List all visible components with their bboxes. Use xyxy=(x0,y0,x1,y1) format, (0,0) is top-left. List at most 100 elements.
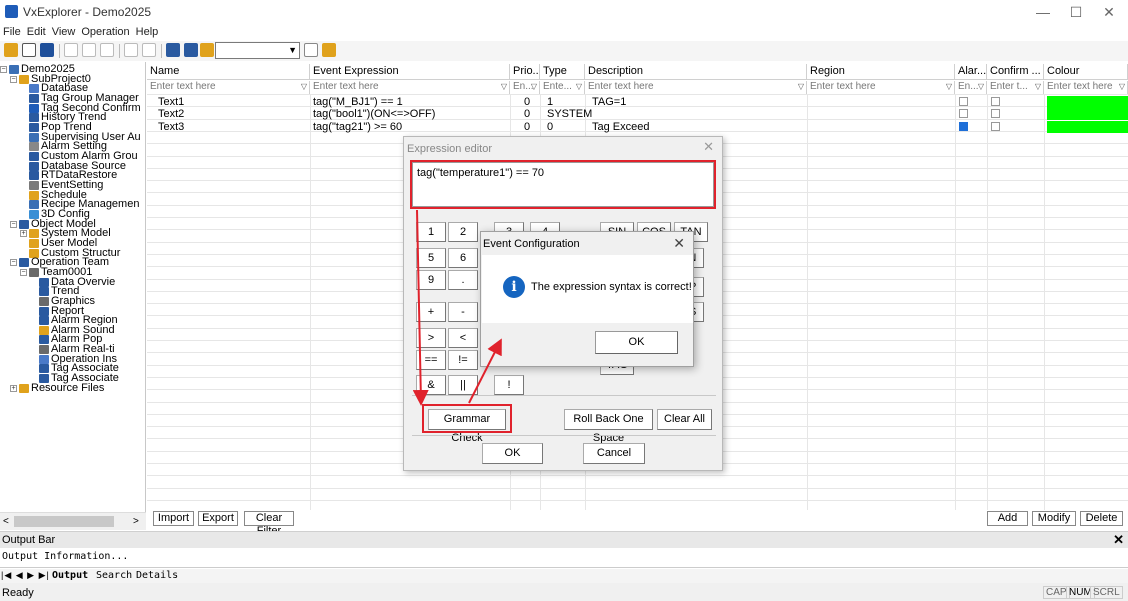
add-icon[interactable] xyxy=(124,43,138,57)
maximize-button[interactable]: ☐ xyxy=(1061,2,1091,22)
confirm-checkbox[interactable] xyxy=(991,97,1000,106)
scroll-thumb[interactable] xyxy=(14,516,114,527)
minimize-button[interactable]: — xyxy=(1028,2,1058,22)
tree-expander[interactable]: − xyxy=(10,75,17,83)
project-tree[interactable]: − Demo2025− SubProject0 Database Tag Group M… xyxy=(0,62,146,512)
filter-icon[interactable]: ▽ xyxy=(798,81,804,93)
clear-all-button[interactable]: Clear All xyxy=(657,409,712,430)
alarm-checkbox[interactable] xyxy=(959,121,968,131)
keypad-key[interactable]: 1 xyxy=(416,222,446,242)
filter-input-region[interactable]: Enter text here ▽ xyxy=(807,81,955,94)
column-header-priority[interactable]: Prio... xyxy=(510,64,540,80)
keypad-key[interactable]: < xyxy=(448,328,478,348)
keypad-key[interactable]: 9 xyxy=(416,270,446,290)
alarm-checkbox[interactable] xyxy=(959,109,968,119)
modify-button[interactable]: Modify xyxy=(1032,511,1076,526)
alarm-checkbox[interactable] xyxy=(959,97,968,106)
menu-view[interactable]: View xyxy=(49,24,79,41)
filter-input-name[interactable]: Enter text here ▽ xyxy=(147,81,310,94)
keypad-key[interactable]: . xyxy=(448,270,478,290)
ok-button[interactable]: OK xyxy=(595,331,678,354)
open-folder-icon[interactable] xyxy=(4,43,18,57)
import-button[interactable]: Import xyxy=(153,511,194,526)
tree-expander[interactable]: − xyxy=(10,220,17,228)
filter-input-description[interactable]: Enter text here ▽ xyxy=(585,81,807,94)
filter-input-priority[interactable]: En... ▽ xyxy=(510,81,540,94)
filter-icon[interactable]: ▽ xyxy=(501,81,507,93)
column-header-region[interactable]: Region xyxy=(807,64,955,80)
keypad-key[interactable]: ! xyxy=(494,375,524,395)
keypad-key[interactable]: 2 xyxy=(448,222,478,242)
find-folder-icon[interactable] xyxy=(322,43,336,57)
confirm-checkbox[interactable] xyxy=(991,109,1000,119)
column-header-name[interactable]: Name xyxy=(147,64,310,80)
keypad-key[interactable]: == xyxy=(416,350,446,370)
roll-back-button[interactable]: Roll Back One Space xyxy=(564,409,653,444)
filter-icon[interactable]: ▽ xyxy=(301,81,307,93)
menu-file[interactable]: File xyxy=(0,24,24,41)
column-header-colour[interactable]: Colour xyxy=(1044,64,1128,80)
scroll-left-icon[interactable]: < xyxy=(3,516,9,527)
keypad-key[interactable]: > xyxy=(416,328,446,348)
colour-swatch[interactable] xyxy=(1047,108,1128,121)
menu-edit[interactable]: Edit xyxy=(24,24,49,41)
tab-output[interactable]: Output xyxy=(52,569,88,582)
column-header-confirm[interactable]: Confirm ... xyxy=(987,64,1044,80)
filter-icon[interactable]: ▽ xyxy=(978,81,984,93)
filter-icon[interactable]: ▽ xyxy=(1035,81,1041,93)
filter-input-event-expression[interactable]: Enter text here ▽ xyxy=(310,81,510,94)
close-icon[interactable]: ✕ xyxy=(1113,532,1124,548)
network-icon[interactable] xyxy=(166,43,180,57)
keypad-key[interactable]: 6 xyxy=(448,248,478,268)
cancel-button[interactable]: Cancel xyxy=(583,443,645,464)
new-file-icon[interactable] xyxy=(22,43,36,57)
tree-expander[interactable]: − xyxy=(20,268,27,276)
monitor-icon[interactable] xyxy=(184,43,198,57)
keypad-key[interactable]: != xyxy=(448,350,478,370)
colour-swatch[interactable] xyxy=(1047,96,1128,108)
tree-item[interactable]: Resource Files xyxy=(19,382,104,394)
find-icon[interactable] xyxy=(304,43,318,57)
tab-navigation-icons[interactable]: |◀ ◀ ▶ ▶| xyxy=(1,570,50,581)
tree-expander[interactable]: + xyxy=(20,230,27,238)
close-button[interactable]: ✕ xyxy=(1094,2,1124,22)
save-icon[interactable] xyxy=(40,43,54,57)
delete-icon[interactable] xyxy=(142,43,156,57)
tab-search[interactable]: Search xyxy=(96,569,132,582)
close-icon[interactable]: ✕ xyxy=(673,235,685,252)
scroll-right-icon[interactable]: > xyxy=(133,516,139,527)
tree-horizontal-scrollbar[interactable]: < > xyxy=(0,512,146,530)
filter-input-confirm[interactable]: Enter t... ▽ xyxy=(987,81,1044,94)
confirm-checkbox[interactable] xyxy=(991,121,1000,131)
close-icon[interactable]: ✕ xyxy=(703,139,714,155)
add-button[interactable]: Add xyxy=(987,511,1028,526)
filter-icon[interactable]: ▽ xyxy=(946,81,952,93)
menu-operation[interactable]: Operation xyxy=(78,24,132,41)
ok-button[interactable]: OK xyxy=(482,443,543,464)
column-header-description[interactable]: Description xyxy=(585,64,807,80)
tree-expander[interactable]: − xyxy=(10,259,17,267)
keypad-key[interactable]: - xyxy=(448,302,478,322)
folder-icon[interactable] xyxy=(200,43,214,57)
toolbar-combo[interactable]: ▼ xyxy=(215,42,300,59)
keypad-key[interactable]: & xyxy=(416,375,446,395)
colour-swatch[interactable] xyxy=(1047,120,1128,133)
copy-icon[interactable] xyxy=(82,43,96,57)
tree-expander[interactable]: + xyxy=(10,384,17,392)
filter-input-alarm[interactable]: En... ▽ xyxy=(955,81,987,94)
keypad-key[interactable]: || xyxy=(448,375,478,395)
tab-details[interactable]: Details xyxy=(136,569,178,582)
filter-icon[interactable]: ▽ xyxy=(531,81,537,93)
export-button[interactable]: Export xyxy=(198,511,238,526)
column-header-alarm[interactable]: Alar... xyxy=(955,64,987,80)
menu-help[interactable]: Help xyxy=(133,24,162,41)
keypad-key[interactable]: + xyxy=(416,302,446,322)
column-header-event-expression[interactable]: Event Expression xyxy=(310,64,510,80)
cut-icon[interactable] xyxy=(64,43,78,57)
tree-expander[interactable]: − xyxy=(0,66,7,73)
filter-input-colour[interactable]: Enter text here ▽ xyxy=(1044,81,1128,94)
paste-icon[interactable] xyxy=(100,43,114,57)
column-header-type[interactable]: Type xyxy=(540,64,585,80)
clear-filter-button[interactable]: Clear Filter xyxy=(244,511,294,537)
filter-input-type[interactable]: Ente... ▽ xyxy=(540,81,585,94)
